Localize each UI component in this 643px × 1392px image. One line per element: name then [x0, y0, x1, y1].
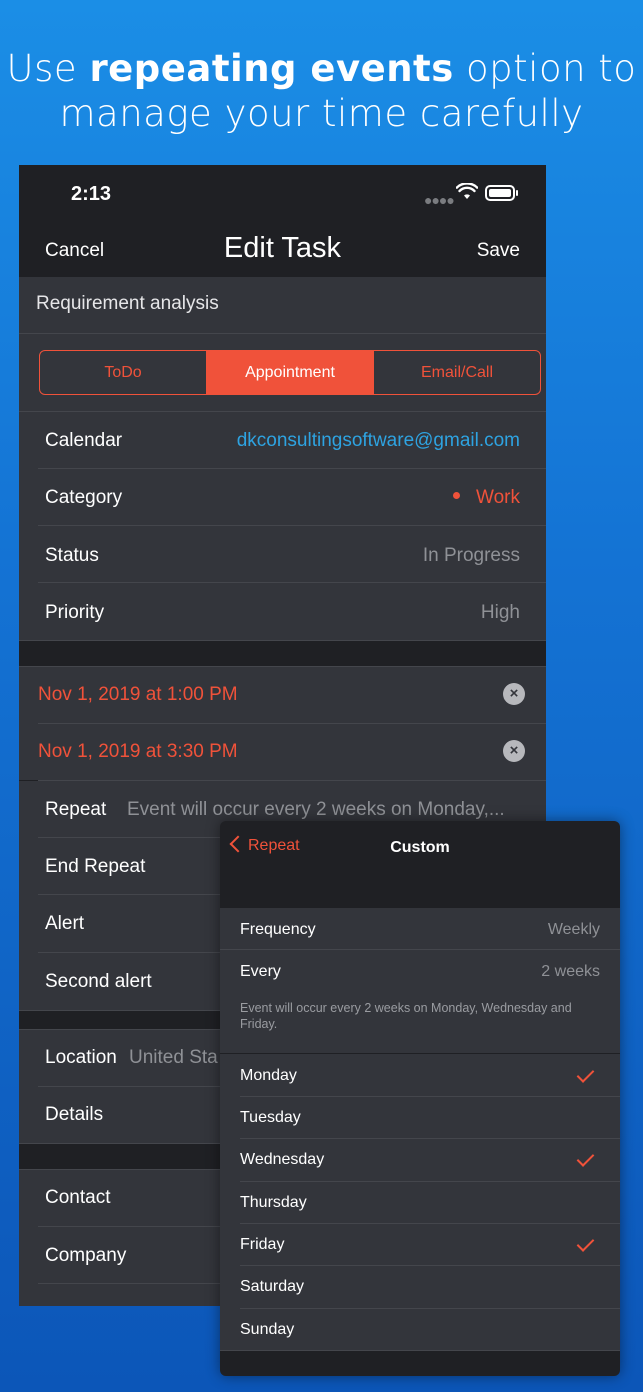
category-label: Category — [45, 487, 123, 508]
divider — [240, 1223, 620, 1224]
divider — [240, 1181, 620, 1182]
every-value[interactable]: 2 weeks — [541, 963, 600, 981]
calendar-value[interactable]: dkconsultingsoftware@gmail.com — [237, 430, 520, 452]
category-value: Work — [476, 487, 520, 508]
divider — [220, 949, 620, 950]
divider — [38, 723, 546, 724]
location-value[interactable]: United Sta — [129, 1047, 218, 1069]
day-wednesday[interactable]: Wednesday — [240, 1151, 324, 1169]
end-date[interactable]: Nov 1, 2019 at 3:30 PM — [38, 741, 238, 763]
frequency-value[interactable]: Weekly — [548, 921, 600, 939]
status-bar: 2:13 ●●●● — [19, 165, 546, 223]
location-label: Location — [45, 1047, 117, 1068]
divider — [220, 1350, 620, 1351]
status-time: 2:13 — [71, 183, 112, 205]
divider — [240, 1308, 620, 1309]
battery-icon — [485, 185, 515, 201]
category-value-wrap[interactable]: Work — [453, 487, 520, 509]
headline-suffix: option to — [453, 47, 637, 90]
segment-appointment[interactable]: Appointment — [206, 351, 373, 394]
sheet-title: Custom — [390, 839, 450, 856]
page-title: Edit Task — [223, 232, 342, 264]
battery-nub — [516, 190, 518, 196]
category-color-dot — [453, 492, 461, 500]
cellular-signal-icon: ●●●● — [424, 192, 455, 208]
divider — [38, 468, 546, 469]
second-alert-label[interactable]: Second alert — [45, 971, 152, 993]
day-friday[interactable]: Friday — [240, 1236, 284, 1254]
day-tuesday[interactable]: Tuesday — [240, 1109, 301, 1127]
details-label[interactable]: Details — [45, 1104, 103, 1126]
day-thursday[interactable]: Thursday — [240, 1194, 307, 1212]
contact-label[interactable]: Contact — [45, 1187, 110, 1209]
alert-label[interactable]: Alert — [45, 913, 84, 935]
divider — [19, 640, 546, 641]
repeat-summary-note: Event will occur every 2 weeks on Monday… — [240, 1001, 572, 1031]
promo-headline: Use repeating events option to manage yo… — [0, 46, 643, 136]
nav-bar: Cancel Edit Task Save — [19, 223, 546, 277]
priority-value[interactable]: High — [481, 602, 520, 624]
custom-repeat-sheet: Repeat Custom Frequency Weekly Every 2 w… — [220, 821, 620, 1376]
frequency-label: Frequency — [240, 921, 316, 938]
repeat-label: Repeat — [45, 799, 107, 820]
save-button[interactable]: Save — [477, 240, 520, 262]
divider — [240, 1265, 620, 1266]
calendar-label: Calendar — [45, 430, 123, 451]
headline-line2: manage your time carefully — [59, 92, 584, 135]
day-sunday[interactable]: Sunday — [240, 1321, 294, 1339]
headline-prefix: Use — [6, 47, 90, 90]
priority-label: Priority — [45, 602, 105, 623]
task-name-field[interactable]: Requirement analysis — [36, 293, 219, 315]
divider — [240, 1138, 620, 1139]
start-date[interactable]: Nov 1, 2019 at 1:00 PM — [38, 684, 238, 706]
task-type-segmented-control: ToDo Appointment Email/Call — [39, 350, 541, 395]
divider — [240, 1096, 620, 1097]
day-saturday[interactable]: Saturday — [240, 1278, 304, 1296]
headline-emphasis: repeating events — [89, 47, 454, 90]
segment-email-call[interactable]: Email/Call — [373, 351, 540, 394]
day-monday[interactable]: Monday — [240, 1067, 297, 1085]
status-value[interactable]: In Progress — [423, 545, 520, 567]
clear-start-date-icon[interactable]: × — [503, 683, 525, 705]
clear-end-date-icon[interactable]: × — [503, 740, 525, 762]
company-label[interactable]: Company — [45, 1245, 126, 1267]
divider — [38, 525, 546, 526]
segment-todo[interactable]: ToDo — [40, 351, 206, 394]
divider — [38, 582, 546, 583]
wifi-icon — [456, 183, 478, 199]
every-label: Every — [240, 963, 281, 980]
end-repeat-label[interactable]: End Repeat — [45, 856, 145, 878]
repeat-value[interactable]: Event will occur every 2 weeks on Monday… — [127, 799, 505, 821]
status-label: Status — [45, 545, 99, 566]
